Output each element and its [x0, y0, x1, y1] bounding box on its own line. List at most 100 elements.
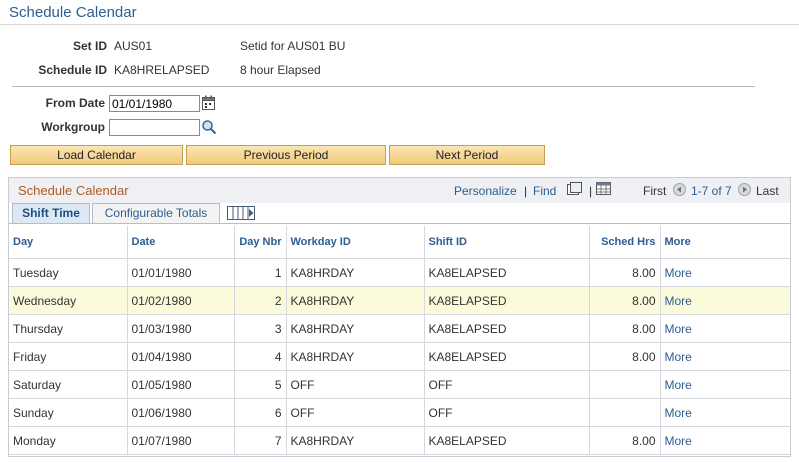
cell-day: Tuesday	[9, 258, 128, 287]
cell-sched-hrs: 8.00	[589, 314, 661, 343]
cell-shift-id: KA8ELAPSED	[424, 342, 590, 371]
table-row: Tuesday 01/01/1980 1 KA8HRDAY KA8ELAPSED…	[9, 258, 790, 287]
cell-workday-id: KA8HRDAY	[286, 314, 425, 343]
cell-day: Wednesday	[9, 286, 128, 315]
cell-workday-id: KA8HRDAY	[286, 426, 425, 455]
table-row: Friday 01/04/1980 4 KA8HRDAY KA8ELAPSED …	[9, 342, 790, 371]
view-all-icon[interactable]	[567, 182, 582, 199]
column-header-sched-hrs[interactable]: Sched Hrs	[589, 226, 661, 259]
show-all-columns-icon[interactable]	[227, 206, 255, 223]
cell-day-nbr: 6	[234, 398, 287, 427]
cell-workday-id: KA8HRDAY	[286, 258, 425, 287]
workgroup-label: Workgroup	[41, 120, 105, 134]
previous-row-arrow-icon[interactable]	[673, 183, 686, 199]
last-label: Last	[756, 184, 779, 198]
cell-sched-hrs: 8.00	[589, 286, 661, 315]
find-link[interactable]: Find	[533, 184, 556, 198]
workgroup-input[interactable]	[109, 119, 200, 136]
cell-day: Sunday	[9, 398, 128, 427]
cell-shift-id: KA8ELAPSED	[424, 426, 590, 455]
cell-shift-id: OFF	[424, 370, 590, 399]
title-divider	[0, 24, 799, 25]
cell-date: 01/03/1980	[127, 314, 235, 343]
row-range: 1-7 of 7	[691, 184, 732, 198]
download-spreadsheet-icon[interactable]	[596, 182, 612, 199]
cell-sched-hrs: 8.00	[589, 258, 661, 287]
cell-workday-id: KA8HRDAY	[286, 342, 425, 371]
load-calendar-button[interactable]: Load Calendar	[10, 145, 183, 165]
schedule-id-label: Schedule ID	[38, 63, 107, 77]
more-link[interactable]: More	[660, 426, 790, 455]
first-label: First	[643, 184, 667, 198]
cell-day-nbr: 4	[234, 342, 287, 371]
from-date-input[interactable]	[109, 95, 200, 112]
column-header-workday-id[interactable]: Workday ID	[286, 226, 425, 259]
schedule-table: Day Date Day Nbr Workday ID Shift ID Sch…	[9, 226, 790, 455]
cell-day-nbr: 3	[234, 314, 287, 343]
cell-date: 01/07/1980	[127, 426, 235, 455]
table-row: Monday 01/07/1980 7 KA8HRDAY KA8ELAPSED …	[9, 426, 790, 455]
table-row: Sunday 01/06/1980 6 OFF OFF More	[9, 398, 790, 427]
cell-shift-id: KA8ELAPSED	[424, 286, 590, 315]
column-header-day-nbr[interactable]: Day Nbr	[234, 226, 287, 259]
cell-day-nbr: 2	[234, 286, 287, 315]
column-header-more: More	[660, 226, 790, 259]
more-link[interactable]: More	[660, 314, 790, 343]
link-separator: |	[524, 184, 528, 198]
cell-day: Saturday	[9, 370, 128, 399]
setid-description: Setid for AUS01 BU	[240, 39, 346, 53]
cell-sched-hrs: 8.00	[589, 426, 661, 455]
table-row: Wednesday 01/02/1980 2 KA8HRDAY KA8ELAPS…	[9, 286, 790, 315]
cell-day-nbr: 5	[234, 370, 287, 399]
more-link[interactable]: More	[660, 342, 790, 371]
grid-tabs: Shift Time Configurable Totals	[9, 203, 790, 224]
more-link[interactable]: More	[660, 286, 790, 315]
cell-date: 01/01/1980	[127, 258, 235, 287]
more-link[interactable]: More	[660, 398, 790, 427]
cell-shift-id: KA8ELAPSED	[424, 314, 590, 343]
cell-day: Monday	[9, 426, 128, 455]
cell-day: Thursday	[9, 314, 128, 343]
setid-value: AUS01	[114, 39, 153, 53]
cell-shift-id: KA8ELAPSED	[424, 258, 590, 287]
cell-sched-hrs: 8.00	[589, 342, 661, 371]
link-separator: |	[589, 184, 593, 198]
cell-date: 01/04/1980	[127, 342, 235, 371]
calendar-icon[interactable]	[202, 95, 216, 114]
cell-workday-id: OFF	[286, 370, 425, 399]
column-header-day[interactable]: Day	[9, 226, 128, 259]
more-link[interactable]: More	[660, 370, 790, 399]
more-link[interactable]: More	[660, 258, 790, 287]
next-period-button[interactable]: Next Period	[389, 145, 545, 165]
tab-divider	[9, 223, 790, 224]
table-header-row: Day Date Day Nbr Workday ID Shift ID Sch…	[9, 226, 790, 259]
next-row-arrow-icon[interactable]	[738, 183, 751, 199]
table-row: Saturday 01/05/1980 5 OFF OFF More	[9, 370, 790, 399]
schedule-calendar-grid: Schedule Calendar Personalize | Find | F…	[8, 177, 791, 457]
section-divider	[12, 86, 755, 87]
cell-sched-hrs	[589, 398, 661, 427]
schedule-id-description: 8 hour Elapsed	[240, 63, 321, 77]
cell-day-nbr: 1	[234, 258, 287, 287]
table-row: Thursday 01/03/1980 3 KA8HRDAY KA8ELAPSE…	[9, 314, 790, 343]
personalize-link[interactable]: Personalize	[454, 184, 517, 198]
cell-date: 01/05/1980	[127, 370, 235, 399]
column-header-date[interactable]: Date	[127, 226, 235, 259]
schedule-id-value: KA8HRELAPSED	[114, 63, 210, 77]
tab-configurable-totals[interactable]: Configurable Totals	[92, 203, 220, 224]
cell-workday-id: KA8HRDAY	[286, 286, 425, 315]
setid-label: Set ID	[72, 39, 107, 53]
cell-shift-id: OFF	[424, 398, 590, 427]
grid-header: Schedule Calendar Personalize | Find | F…	[9, 178, 790, 206]
lookup-magnifier-icon[interactable]	[201, 119, 217, 138]
cell-date: 01/06/1980	[127, 398, 235, 427]
from-date-label: From Date	[45, 96, 105, 110]
grid-title: Schedule Calendar	[18, 183, 129, 198]
tab-shift-time[interactable]: Shift Time	[12, 203, 90, 224]
cell-workday-id: OFF	[286, 398, 425, 427]
page-title: Schedule Calendar	[9, 4, 137, 21]
column-header-shift-id[interactable]: Shift ID	[424, 226, 590, 259]
previous-period-button[interactable]: Previous Period	[186, 145, 386, 165]
cell-sched-hrs	[589, 370, 661, 399]
cell-date: 01/02/1980	[127, 286, 235, 315]
